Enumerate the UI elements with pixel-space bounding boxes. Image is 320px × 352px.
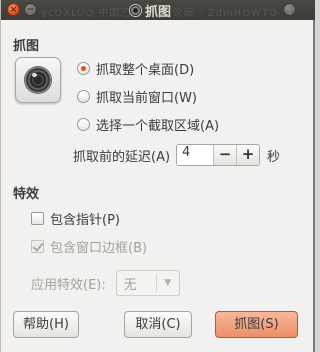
cancel-button[interactable]: 取消(C)	[124, 311, 192, 338]
include-border-label: 包含窗口边框(B)	[50, 240, 148, 256]
include-pointer-checkbox[interactable]	[31, 211, 44, 225]
radio-button[interactable]	[77, 61, 90, 75]
close-icon[interactable]: ×	[7, 3, 20, 16]
include-pointer-label: 包含指针(P)	[50, 212, 120, 228]
radio-select-area[interactable]: 选择一个截取区域(A)	[77, 115, 220, 134]
delay-label: 抓取前的延迟(A)	[73, 149, 171, 165]
apply-effect-label: 应用特效(E):	[31, 277, 106, 293]
capture-button[interactable]: 抓图(S)	[215, 311, 298, 338]
include-border-option: 包含窗口边框(B)	[31, 237, 148, 256]
radio-current-window[interactable]: 抓取当前窗口(W)	[77, 87, 197, 106]
effects-section-title: 特效	[13, 187, 40, 202]
apply-effect-row: 应用特效(E): 无 ▼	[31, 270, 180, 296]
apply-effect-value: 无	[123, 277, 137, 293]
increment-button[interactable]: +	[236, 145, 260, 165]
minimize-icon[interactable]: −	[24, 3, 37, 16]
delay-unit: 秒	[267, 149, 281, 165]
screenshot-dialog: ycDXLUQ 中国乙乙 社区 论坛 - ZdmHOWTO × − 抓图 抓图 …	[0, 0, 315, 352]
radio-label: 选择一个截取区域(A)	[96, 118, 220, 134]
window-edge	[313, 20, 315, 352]
radio-button[interactable]	[77, 89, 90, 103]
camera-icon	[129, 3, 142, 17]
include-border-checkbox	[31, 239, 44, 253]
radio-label: 抓取整个桌面(D)	[96, 62, 195, 78]
apply-effect-select: 无 ▼	[115, 270, 180, 296]
camera-icon	[15, 57, 61, 103]
radio-button[interactable]	[77, 117, 90, 131]
title-bar[interactable]: ycDXLUQ 中国乙乙 社区 论坛 - ZdmHOWTO × − 抓图	[1, 0, 315, 20]
chevron-down-icon: ▼	[164, 278, 172, 288]
maximize-icon[interactable]	[283, 3, 296, 16]
window-title-text: 抓图	[145, 4, 172, 20]
delay-input[interactable]: 4	[177, 145, 214, 165]
radio-whole-desktop[interactable]: 抓取整个桌面(D)	[77, 59, 195, 78]
radio-label: 抓取当前窗口(W)	[96, 90, 197, 106]
window-title: 抓图	[129, 2, 172, 20]
help-button[interactable]: 帮助(H)	[13, 311, 79, 338]
include-pointer-option[interactable]: 包含指针(P)	[31, 209, 120, 228]
delay-row: 抓取前的延迟(A) 4 − + 秒	[73, 144, 280, 166]
capture-section-title: 抓图	[13, 39, 40, 54]
camera-lens	[24, 66, 52, 94]
delay-spinner[interactable]: 4 − +	[176, 144, 261, 166]
decrement-button[interactable]: −	[213, 145, 237, 165]
